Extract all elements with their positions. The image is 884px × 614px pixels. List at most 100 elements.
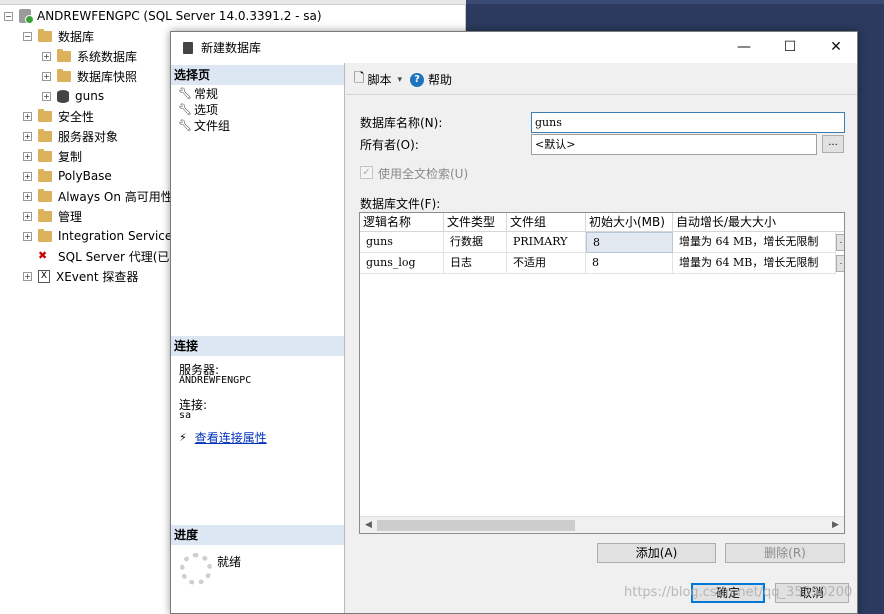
db-name-label: 数据库名称(N): (360, 116, 443, 130)
cell-size[interactable]: 8 (586, 253, 673, 274)
cell-type[interactable]: 行数据 (444, 232, 507, 253)
always-on-label: Always On 高可用性 (58, 189, 173, 204)
cell-group[interactable]: 不适用 (507, 253, 586, 274)
tree-sysdb-node[interactable]: + 系统数据库 (42, 46, 137, 66)
cell-name[interactable]: guns (360, 232, 444, 253)
col-initial-size[interactable]: 初始大小(MB) (586, 213, 673, 232)
folder-icon (38, 128, 52, 142)
folder-icon (57, 68, 71, 82)
cell-group[interactable]: PRIMARY (507, 232, 586, 253)
close-button[interactable]: ✕ (813, 32, 859, 63)
col-file-type[interactable]: 文件类型 (444, 213, 507, 232)
expand-icon[interactable]: + (23, 111, 32, 121)
add-button[interactable]: 添加(A) (597, 543, 716, 563)
col-filegroup[interactable]: 文件组 (507, 213, 586, 232)
maximize-button[interactable]: ☐ (767, 32, 813, 63)
scroll-right-icon[interactable]: ▶ (827, 517, 844, 533)
grid-header: 逻辑名称 文件类型 文件组 初始大小(MB) 自动增长/最大大小 (360, 213, 844, 232)
minimize-button[interactable]: — (721, 32, 767, 63)
agent-label: SQL Server 代理(已禁 (58, 249, 182, 264)
agent-disabled-icon: ✖ (38, 249, 48, 262)
col-autogrowth[interactable]: 自动增长/最大大小 (673, 213, 844, 232)
wrench-icon: 🔧︎ (178, 118, 192, 132)
collapse-icon[interactable]: − (4, 11, 13, 21)
tree-integration-node[interactable]: + Integration Services (23, 226, 179, 246)
folder-icon (38, 188, 52, 202)
cell-name[interactable]: guns_log (360, 253, 444, 274)
scroll-thumb[interactable] (377, 520, 575, 531)
tree-xevent-node[interactable]: + X XEvent 探查器 (23, 266, 138, 286)
wrench-icon: 🔧︎ (178, 102, 192, 116)
expand-icon[interactable]: + (42, 51, 51, 61)
tree-management-node[interactable]: + 管理 (23, 206, 82, 226)
snapshot-label: 数据库快照 (77, 69, 138, 84)
connection-header: 连接 (171, 336, 344, 356)
expand-icon[interactable]: + (42, 91, 51, 101)
page-general[interactable]: 🔧︎ 常规 (178, 85, 218, 101)
left-pane: 选择页 🔧︎ 常规 🔧︎ 选项 🔧︎ 文件组 连接 服务器: ANDREWFEN… (171, 63, 345, 613)
chevron-down-icon[interactable]: ▾ (397, 75, 402, 85)
explorer-scrollbar[interactable] (0, 0, 466, 5)
tree-guns-node[interactable]: + guns (42, 86, 104, 106)
xevent-icon: X (38, 269, 50, 283)
polybase-label: PolyBase (58, 169, 112, 183)
expand-icon[interactable]: + (23, 211, 32, 221)
new-database-dialog: 新建数据库 — ☐ ✕ 选择页 🔧︎ 常规 🔧︎ 选项 🔧︎ 文件组 连接 服务… (170, 31, 858, 614)
dialog-toolbar: 🗋 脚本 ▾ ? 帮助 (346, 65, 857, 95)
expand-icon[interactable]: + (42, 71, 51, 81)
view-connection-properties[interactable]: ⚡︎ 查看连接属性 (179, 429, 267, 446)
help-icon: ? (410, 72, 424, 87)
scroll-left-icon[interactable]: ◀ (360, 517, 377, 533)
growth-browse-button[interactable]: . (836, 255, 844, 272)
help-button[interactable]: 帮助 (428, 71, 452, 88)
tree-agent-node[interactable]: ✖ SQL Server 代理(已禁 (38, 246, 181, 266)
expand-icon[interactable]: + (23, 271, 32, 281)
expand-icon[interactable]: + (23, 151, 32, 161)
tree-databases-node[interactable]: − 数据库 (23, 26, 94, 46)
table-row[interactable]: guns_log 日志 不适用 8 增量为 64 MB，增长无限制 . (360, 253, 844, 274)
fulltext-checkbox[interactable]: ✓ (360, 166, 373, 179)
fulltext-label: 使用全文检索(U) (378, 167, 469, 181)
page-options[interactable]: 🔧︎ 选项 (178, 101, 218, 117)
server-label: ANDREWFENGPC (SQL Server 14.0.3391.2 - s… (37, 9, 322, 23)
watermark: https://blog.csdn.net/qq_35350200 (624, 585, 853, 600)
growth-browse-button[interactable]: . (836, 234, 844, 251)
tree-snapshot-node[interactable]: + 数据库快照 (42, 66, 137, 86)
cell-size[interactable]: 8 (586, 232, 673, 253)
database-icon (57, 89, 69, 103)
collapse-icon[interactable]: − (23, 31, 32, 41)
cell-growth[interactable]: 增量为 64 MB，增长无限制 (673, 232, 836, 253)
grid-horizontal-scrollbar[interactable]: ◀ ▶ (360, 516, 844, 533)
db-files-grid: 逻辑名称 文件类型 文件组 初始大小(MB) 自动增长/最大大小 guns 行数… (359, 212, 845, 534)
folder-icon (38, 208, 52, 222)
expand-icon[interactable]: + (23, 191, 32, 201)
tree-server-node[interactable]: − ANDREWFENGPC (SQL Server 14.0.3391.2 -… (4, 6, 322, 26)
tree-server-objects-node[interactable]: + 服务器对象 (23, 126, 118, 146)
expand-icon[interactable]: + (23, 131, 32, 141)
desktop-strip (466, 0, 884, 4)
tree-security-node[interactable]: + 安全性 (23, 106, 94, 126)
folder-icon (38, 108, 52, 122)
view-props-link[interactable]: 查看连接属性 (195, 429, 267, 446)
page-filegroups[interactable]: 🔧︎ 文件组 (178, 117, 230, 133)
expand-icon[interactable]: + (23, 171, 32, 181)
folder-icon (38, 168, 52, 182)
tree-replication-node[interactable]: + 复制 (23, 146, 82, 166)
remove-button[interactable]: 删除(R) (725, 543, 845, 563)
owner-browse-button[interactable]: ... (822, 135, 844, 153)
table-row[interactable]: guns 行数据 PRIMARY 8 增量为 64 MB，增长无限制 . (360, 232, 844, 253)
cell-type[interactable]: 日志 (444, 253, 507, 274)
wrench-icon: 🔧︎ (178, 86, 192, 100)
col-logical-name[interactable]: 逻辑名称 (360, 213, 444, 232)
cell-growth[interactable]: 增量为 64 MB，增长无限制 (673, 253, 836, 274)
dialog-title: 新建数据库 (201, 41, 262, 55)
script-button[interactable]: 脚本 (367, 71, 391, 88)
dialog-titlebar[interactable]: 新建数据库 — ☐ ✕ (171, 32, 857, 63)
progress-header: 进度 (171, 525, 344, 545)
expand-icon[interactable]: + (23, 231, 32, 241)
tree-always-on-node[interactable]: + Always On 高可用性 (23, 186, 173, 206)
owner-input[interactable]: <默认> (531, 134, 817, 155)
guns-label: guns (75, 89, 105, 103)
db-name-input[interactable]: guns (531, 112, 845, 133)
tree-polybase-node[interactable]: + PolyBase (23, 166, 112, 186)
